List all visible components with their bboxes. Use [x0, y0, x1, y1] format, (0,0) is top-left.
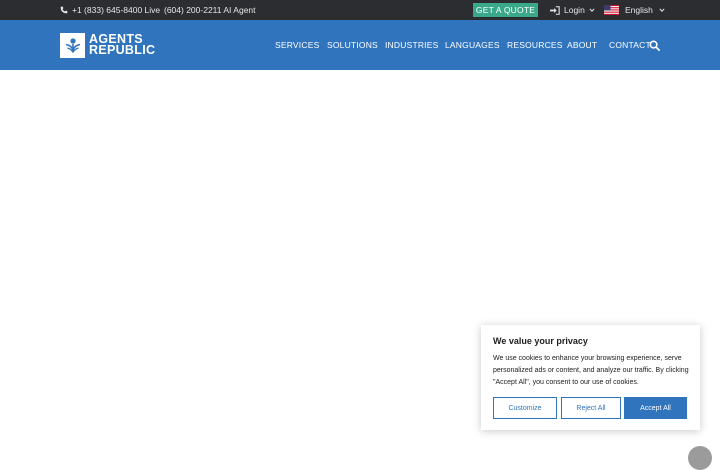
accept-all-button[interactable]: Accept All: [624, 397, 687, 419]
phone-live-label: +1 (833) 645-8400 Live: [72, 5, 161, 15]
customize-button[interactable]: Customize: [493, 397, 557, 419]
get-a-quote-button[interactable]: GET A QUOTE: [473, 3, 538, 17]
cookie-title: We value your privacy: [493, 336, 588, 346]
nav-resources[interactable]: RESOURCES: [507, 20, 563, 70]
phone-ai-link[interactable]: (604) 200-2211 AI Agent: [164, 0, 256, 20]
phone-icon: [60, 6, 68, 14]
nav-industries[interactable]: INDUSTRIES: [385, 20, 438, 70]
phone-live-link[interactable]: +1 (833) 645-8400 Live: [60, 0, 160, 20]
phone-ai-label: (604) 200-2211 AI Agent: [164, 5, 256, 15]
nav-services[interactable]: SERVICES: [275, 20, 319, 70]
search-icon[interactable]: [649, 40, 660, 51]
language-selector[interactable]: English: [604, 0, 665, 20]
nav-languages[interactable]: LANGUAGES: [445, 20, 500, 70]
us-flag-icon: [604, 5, 619, 15]
cookie-description: We use cookies to enhance your browsing …: [493, 355, 689, 386]
nav-solutions[interactable]: SOLUTIONS: [327, 20, 378, 70]
cookie-consent-dialog: We value your privacy We use cookies to …: [481, 325, 700, 430]
brand-logo[interactable]: AGENTS REPUBLIC: [60, 32, 155, 58]
reject-all-button[interactable]: Reject All: [561, 397, 621, 419]
nav-about[interactable]: ABOUT: [567, 20, 597, 70]
brand-name: AGENTS REPUBLIC: [89, 33, 156, 57]
sign-in-icon: [550, 5, 560, 15]
nav-contact[interactable]: CONTACT: [609, 20, 651, 70]
main-navigation: AGENTS REPUBLIC SERVICES SOLUTIONS INDUS…: [0, 20, 720, 70]
top-bar: +1 (833) 645-8400 Live (604) 200-2211 AI…: [0, 0, 720, 20]
chevron-down-icon: [659, 8, 665, 12]
chevron-down-icon: [589, 8, 595, 12]
language-label: English: [625, 5, 653, 15]
login-label: Login: [564, 5, 585, 15]
brand-line-2: REPUBLIC: [89, 43, 156, 57]
brand-logo-icon: [60, 32, 85, 58]
login-menu[interactable]: Login: [550, 0, 595, 20]
